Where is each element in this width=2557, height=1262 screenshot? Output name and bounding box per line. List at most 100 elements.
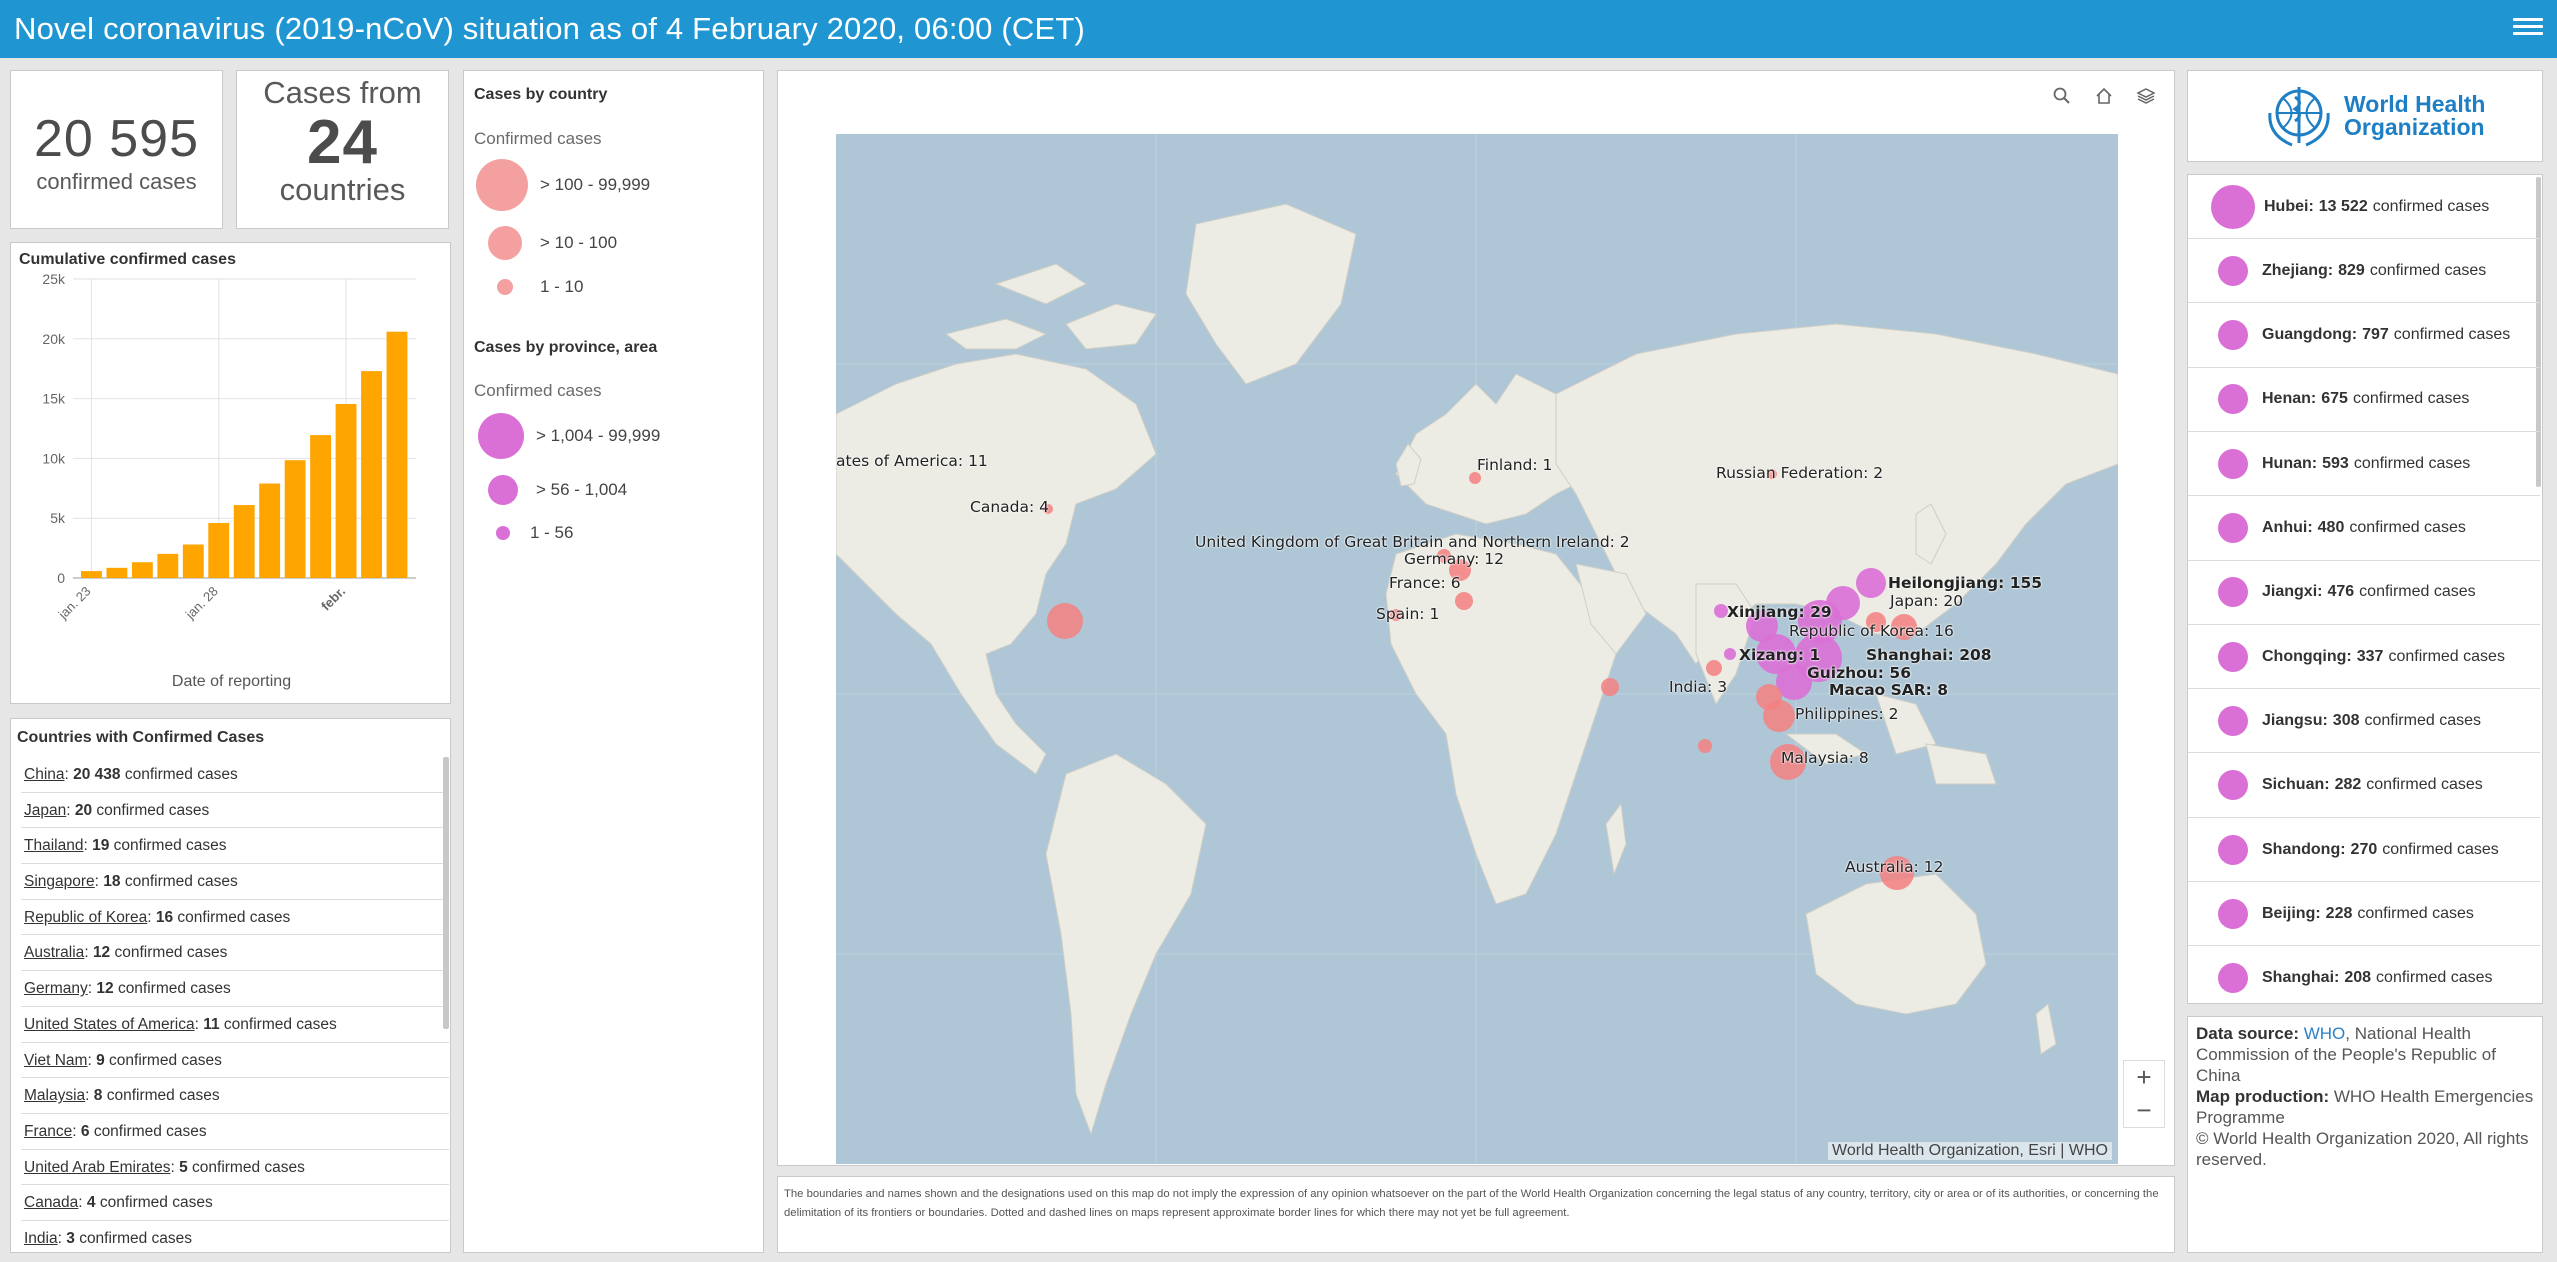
chart-bar[interactable] bbox=[182, 544, 204, 578]
separator: : bbox=[83, 837, 93, 855]
chart-bar[interactable] bbox=[259, 483, 281, 578]
map-label-germany: Germany: 12 bbox=[1404, 550, 1504, 568]
country-row[interactable]: Singapore: 18 confirmed cases bbox=[21, 864, 449, 900]
country-case-count: 9 bbox=[96, 1051, 105, 1069]
country-row[interactable]: Australia: 12 confirmed cases bbox=[21, 935, 449, 972]
world-map[interactable]: ates of America: 11 Canada: 4 Finland: 1… bbox=[836, 134, 2118, 1164]
confirmed-cases-panel: 20 595 confirmed cases bbox=[10, 70, 223, 229]
who-logo-text-2: Organization bbox=[2344, 114, 2485, 140]
country-case-count: 11 bbox=[203, 1015, 220, 1033]
map-point-xinjiang[interactable] bbox=[1714, 604, 1728, 618]
chart-bar[interactable] bbox=[208, 522, 230, 578]
legend-circle-icon bbox=[488, 475, 518, 505]
chart-bar[interactable] bbox=[386, 331, 408, 578]
province-row[interactable]: Shandong: 270 confirmed cases bbox=[2188, 818, 2540, 882]
country-row[interactable]: Canada: 4 confirmed cases bbox=[21, 1185, 449, 1221]
country-row[interactable]: India: 3 confirmed cases bbox=[21, 1221, 449, 1252]
country-name-link[interactable]: France bbox=[24, 1123, 72, 1140]
separator: : bbox=[57, 1229, 67, 1247]
country-name-link[interactable]: Canada bbox=[24, 1194, 78, 1211]
country-case-count: 20 bbox=[74, 801, 93, 819]
chart-bar[interactable] bbox=[81, 571, 102, 578]
province-row[interactable]: Jiangxi: 476 confirmed cases bbox=[2188, 561, 2540, 625]
country-name-link[interactable]: United States of America bbox=[24, 1016, 195, 1033]
chart-bar[interactable] bbox=[310, 435, 332, 578]
country-row[interactable]: Malaysia: 8 confirmed cases bbox=[21, 1078, 449, 1114]
province-row[interactable]: Jiangsu: 308 confirmed cases bbox=[2188, 689, 2540, 754]
province-row[interactable]: Chongqing: 337 confirmed cases bbox=[2188, 625, 2540, 690]
country-name-link[interactable]: China bbox=[24, 766, 65, 783]
source-text: Data source: WHO, National Health Commis… bbox=[2188, 1017, 2542, 1176]
province-row[interactable]: Guangdong: 797 confirmed cases bbox=[2188, 304, 2540, 368]
map-point-thailand[interactable] bbox=[1756, 684, 1782, 710]
home-icon[interactable] bbox=[2083, 75, 2125, 117]
legend-country-large: > 100 - 99,999 bbox=[476, 159, 650, 211]
map-point-france[interactable] bbox=[1455, 592, 1473, 610]
country-row[interactable]: Germany: 12 confirmed cases bbox=[21, 971, 449, 1007]
map-label-japan: Japan: 20 bbox=[1890, 592, 1964, 610]
countries-list[interactable]: China: 20 438 confirmed cases Japan: 20 c… bbox=[21, 757, 449, 1252]
country-name-link[interactable]: Japan bbox=[24, 802, 66, 819]
country-name-link[interactable]: United Arab Emirates bbox=[24, 1159, 170, 1176]
province-case-count: 829 bbox=[2338, 261, 2365, 279]
country-case-suffix: confirmed cases bbox=[177, 908, 291, 926]
map-point-srilanka[interactable] bbox=[1698, 739, 1712, 753]
header-bar: Novel coronavirus (2019-nCoV) situation … bbox=[0, 0, 2557, 58]
chart-title: Cumulative confirmed cases bbox=[19, 251, 236, 268]
countries-list-scrollbar[interactable] bbox=[443, 757, 449, 1029]
province-row[interactable]: Shanghai: 208 confirmed cases bbox=[2188, 947, 2540, 1003]
map-point-xizang[interactable] bbox=[1724, 648, 1736, 660]
chart-x-tick-label: febr. bbox=[318, 584, 348, 614]
province-row[interactable]: Zhejiang: 829 confirmed cases bbox=[2188, 239, 2540, 304]
map-label-canada: Canada: 4 bbox=[970, 498, 1049, 516]
chart-bar[interactable] bbox=[106, 567, 128, 578]
who-link[interactable]: WHO bbox=[2304, 1024, 2346, 1043]
country-row[interactable]: Viet Nam: 9 confirmed cases bbox=[21, 1043, 449, 1079]
country-name-link[interactable]: India bbox=[24, 1230, 58, 1247]
chart-bar[interactable] bbox=[233, 505, 255, 578]
province-circle-icon bbox=[2218, 705, 2248, 736]
data-source-label: Data source: bbox=[2196, 1024, 2299, 1043]
province-list-panel[interactable]: Hubei: 13 522 confirmed cases Zhejiang: 829 c… bbox=[2187, 174, 2543, 1004]
province-row[interactable]: Henan: 675 confirmed cases bbox=[2188, 368, 2540, 432]
country-name-link[interactable]: Viet Nam bbox=[24, 1052, 87, 1069]
province-row[interactable]: Sichuan: 282 confirmed cases bbox=[2188, 754, 2540, 818]
search-icon[interactable] bbox=[2041, 75, 2083, 117]
province-case-suffix: confirmed cases bbox=[2364, 711, 2482, 729]
map-point-usa[interactable] bbox=[1047, 603, 1083, 639]
country-name-link[interactable]: Thailand bbox=[24, 837, 83, 854]
country-name-link[interactable]: Republic of Korea bbox=[24, 909, 147, 926]
country-row[interactable]: China: 20 438 confirmed cases bbox=[21, 757, 449, 793]
country-row[interactable]: France: 6 confirmed cases bbox=[21, 1114, 449, 1150]
province-row[interactable]: Hubei: 13 522 confirmed cases bbox=[2188, 175, 2540, 239]
chart-bar[interactable] bbox=[284, 460, 306, 578]
map-point-uae[interactable] bbox=[1601, 678, 1619, 696]
chart-bar[interactable] bbox=[131, 562, 153, 578]
country-row[interactable]: Japan: 20 confirmed cases bbox=[21, 793, 449, 829]
chart-bar[interactable] bbox=[335, 403, 357, 578]
chart-y-tick-label: 15k bbox=[42, 391, 66, 407]
province-name: Zhejiang: bbox=[2262, 261, 2334, 279]
zoom-in-button[interactable]: + bbox=[2124, 1061, 2164, 1094]
country-row[interactable]: United Arab Emirates: 5 confirmed cases bbox=[21, 1150, 449, 1186]
menu-icon[interactable] bbox=[2513, 14, 2543, 42]
province-row[interactable]: Anhui: 480 confirmed cases bbox=[2188, 497, 2540, 561]
map-point-heilongjiang[interactable] bbox=[1856, 568, 1886, 598]
map-point-india[interactable] bbox=[1706, 660, 1722, 676]
province-case-count: 593 bbox=[2322, 454, 2349, 472]
province-circle-icon bbox=[2218, 448, 2248, 479]
chart-bar[interactable] bbox=[361, 371, 382, 578]
country-name-link[interactable]: Singapore bbox=[24, 873, 95, 890]
province-row[interactable]: Hunan: 593 confirmed cases bbox=[2188, 432, 2540, 497]
country-name-link[interactable]: Germany bbox=[24, 980, 88, 997]
country-row[interactable]: Thailand: 19 confirmed cases bbox=[21, 828, 449, 865]
country-name-link[interactable]: Australia bbox=[24, 944, 84, 961]
province-row[interactable]: Beijing: 228 confirmed cases bbox=[2188, 882, 2540, 947]
country-row[interactable]: Republic of Korea: 16 confirmed cases bbox=[21, 900, 449, 936]
province-circle-icon bbox=[2218, 577, 2248, 608]
country-row[interactable]: United States of America: 11 confirmed c… bbox=[21, 1007, 449, 1043]
country-name-link[interactable]: Malaysia bbox=[24, 1087, 85, 1104]
zoom-out-button[interactable]: − bbox=[2124, 1094, 2164, 1127]
chart-bar[interactable] bbox=[157, 553, 179, 578]
layers-icon[interactable] bbox=[2125, 75, 2167, 117]
